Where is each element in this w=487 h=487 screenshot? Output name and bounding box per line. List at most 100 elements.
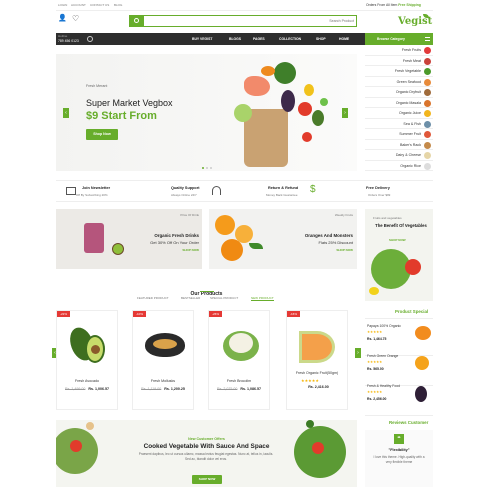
side-banner-cta[interactable]: SHOP NOW — [389, 238, 406, 242]
browse-category-button[interactable]: Browse Category — [365, 33, 433, 45]
banner-cta[interactable]: SHOP NOW — [336, 248, 353, 252]
category-label: Summer Fruit — [399, 132, 421, 136]
products-next-arrow[interactable]: › — [355, 348, 361, 358]
topbar-link-contact[interactable]: CONTACT US — [90, 3, 109, 7]
category-label: Sea & Fish — [403, 121, 421, 126]
product-card[interactable]: -22% Fresh Avocado Rs. 1,499.00 Rs. 1,006… — [56, 310, 118, 410]
category-item[interactable]: Sea & Fish — [365, 119, 433, 129]
topbar-link-blog[interactable]: BLOG — [114, 3, 122, 7]
special-price: Rs. 2,456.00 — [367, 397, 387, 401]
discount-badge: -16% — [287, 311, 301, 317]
topbar-offer-text: Orders From All Item — [366, 2, 398, 7]
category-item[interactable]: Organic Rice — [365, 161, 433, 171]
old-price: Rs. 1,119.00 — [141, 387, 162, 391]
hero-prev-arrow[interactable]: ‹ — [63, 108, 69, 118]
nav-item-collection[interactable]: COLLECTION — [279, 37, 301, 41]
special-underline — [365, 318, 433, 319]
side-banner[interactable]: Fruits and vegetables The Benefit Of Veg… — [365, 209, 433, 301]
topbar-link-login[interactable]: LOGIN — [58, 3, 67, 7]
search-input[interactable] — [146, 17, 354, 25]
product-card[interactable]: -16% Fresh Organic Fruit(50gm) ★★★★★ Rs.… — [286, 310, 348, 410]
category-item[interactable]: Dairy & Cheese — [365, 150, 433, 161]
rice-icon — [424, 162, 431, 170]
product-name[interactable]: Fresh Brocolim — [209, 379, 269, 383]
product-card[interactable]: -10% Fresh Mollusks Rs. 1,119.00 Rs. 1,20… — [132, 310, 194, 410]
review-headline: "Flexibility" — [388, 448, 410, 452]
reviews-heading: Reviews Customer — [365, 418, 433, 428]
nav-item-shop[interactable]: SHOP — [316, 37, 326, 41]
category-item[interactable]: Green Seafood — [365, 77, 433, 87]
topbar-divider — [56, 10, 433, 11]
topbar-offer-highlight: Free Shipping — [398, 2, 421, 7]
nav-item-blogs[interactable]: BLOGS — [229, 37, 241, 41]
tab-special[interactable]: SPECIAL PRODUCT — [210, 296, 238, 300]
hero-shop-now-label: Shop Now — [93, 132, 111, 136]
hero-small-label: Fresh Merant — [86, 84, 108, 88]
category-item[interactable]: Baker's Rack — [365, 140, 433, 150]
logo[interactable]: Vegist — [395, 12, 435, 30]
nav-item-buy-vegist[interactable]: BUY VEGIST — [192, 37, 212, 41]
hero-cabbage — [234, 104, 252, 122]
topbar-link-account[interactable]: ACCOUNT — [71, 3, 86, 7]
special-name: Fresh & Healthy Food — [367, 384, 400, 388]
hero-dot-2[interactable] — [206, 167, 208, 169]
offer-title: Cooked Vegetable With Sauce And Space — [143, 443, 270, 450]
wishlist-heart-icon[interactable]: ♡ — [72, 15, 79, 23]
product-name[interactable]: Fresh Mollusks — [133, 379, 193, 383]
hero-dot-1[interactable] — [202, 167, 204, 169]
offer-eyebrow: New Customer Offers — [188, 437, 225, 441]
special-rating: ★★★★★ — [367, 360, 383, 364]
category-item[interactable]: Summer Fruit — [365, 129, 433, 140]
services-strip: Join Newsletter Off By Subscribing 20% Q… — [56, 180, 433, 202]
fruits-icon — [424, 47, 431, 54]
hero-shop-now-button[interactable]: Shop Now — [86, 129, 118, 140]
banner-title: Organic Fresh Drinks — [154, 233, 199, 238]
category-label: Green Seafood — [396, 79, 421, 84]
discount-badge: -22% — [57, 311, 71, 317]
category-item[interactable]: Fresh Vegetable — [365, 66, 433, 77]
special-rating: ★★★★★ — [367, 330, 383, 334]
banner-organic-drinks[interactable]: Price Of Drink Organic Fresh Drinks Get … — [56, 209, 202, 269]
category-item[interactable]: Organic Juice — [365, 108, 433, 119]
special-rating: ★★★★★ — [367, 390, 383, 394]
category-item[interactable]: Organic Dryfruit — [365, 87, 433, 98]
tab-featured[interactable]: FEATURED PRODUCT — [137, 296, 169, 300]
special-item[interactable]: Fresh & Healthy Food ★★★★★ Rs. 2,456.00 — [365, 380, 433, 416]
product-name[interactable]: Fresh Organic Fruit(50gm) — [287, 371, 347, 375]
search-button[interactable] — [130, 16, 144, 26]
product-card[interactable]: -26% Fresh Brocolim Rs. 2,075.00 Rs. 1,08… — [208, 310, 270, 410]
banner-sub: Get 30% Off On Your Order — [150, 240, 199, 245]
banner-cta[interactable]: SHOP NOW — [182, 248, 199, 252]
offer-shop-now-button[interactable]: SHOP NOW — [192, 475, 222, 484]
new-price: Rs. 1,006.57 — [88, 387, 109, 391]
dairy-icon — [424, 152, 431, 159]
old-price: Rs. 2,075.00 — [217, 387, 238, 391]
nav-item-pages[interactable]: PAGES — [253, 37, 265, 41]
search-box — [129, 15, 357, 27]
category-item[interactable]: Fresh Fruits — [365, 45, 433, 56]
nav-item-home[interactable]: HOME — [339, 37, 349, 41]
hero-eggplant — [281, 90, 295, 112]
search-icon — [134, 18, 139, 23]
hero-dot-3[interactable] — [210, 167, 212, 169]
summer-fruit-icon — [424, 131, 431, 138]
eggplant-image — [415, 386, 427, 402]
user-icon[interactable]: 👤 — [58, 15, 67, 22]
orange-image — [415, 356, 429, 370]
service-title: Join Newsletter — [82, 186, 111, 190]
category-item[interactable]: Fresh Meat — [365, 56, 433, 66]
menu-icon — [425, 37, 430, 41]
special-heading: Product Special — [365, 307, 433, 317]
category-label: Fresh Vegetable — [394, 69, 421, 73]
category-item[interactable]: Organic Masala — [365, 98, 433, 108]
tab-bestseller[interactable]: BESTSELLER — [181, 296, 200, 300]
tab-new-product[interactable]: NEW PRODUCT — [251, 296, 274, 301]
service-sub: Off By Subscribing 20% — [76, 193, 108, 197]
offer-text: Praesent dapibus, leo ut cursus ullamc, … — [138, 452, 274, 461]
special-price: Rs. 565.00 — [367, 367, 384, 371]
hero-tomato — [298, 102, 312, 116]
dollar-icon: $ — [310, 184, 316, 195]
hero-next-arrow[interactable]: › — [342, 108, 348, 118]
product-name[interactable]: Fresh Avocado — [57, 379, 117, 383]
banner-oranges[interactable]: Weekly Fruits Oranges And Monsters Flats… — [209, 209, 357, 269]
